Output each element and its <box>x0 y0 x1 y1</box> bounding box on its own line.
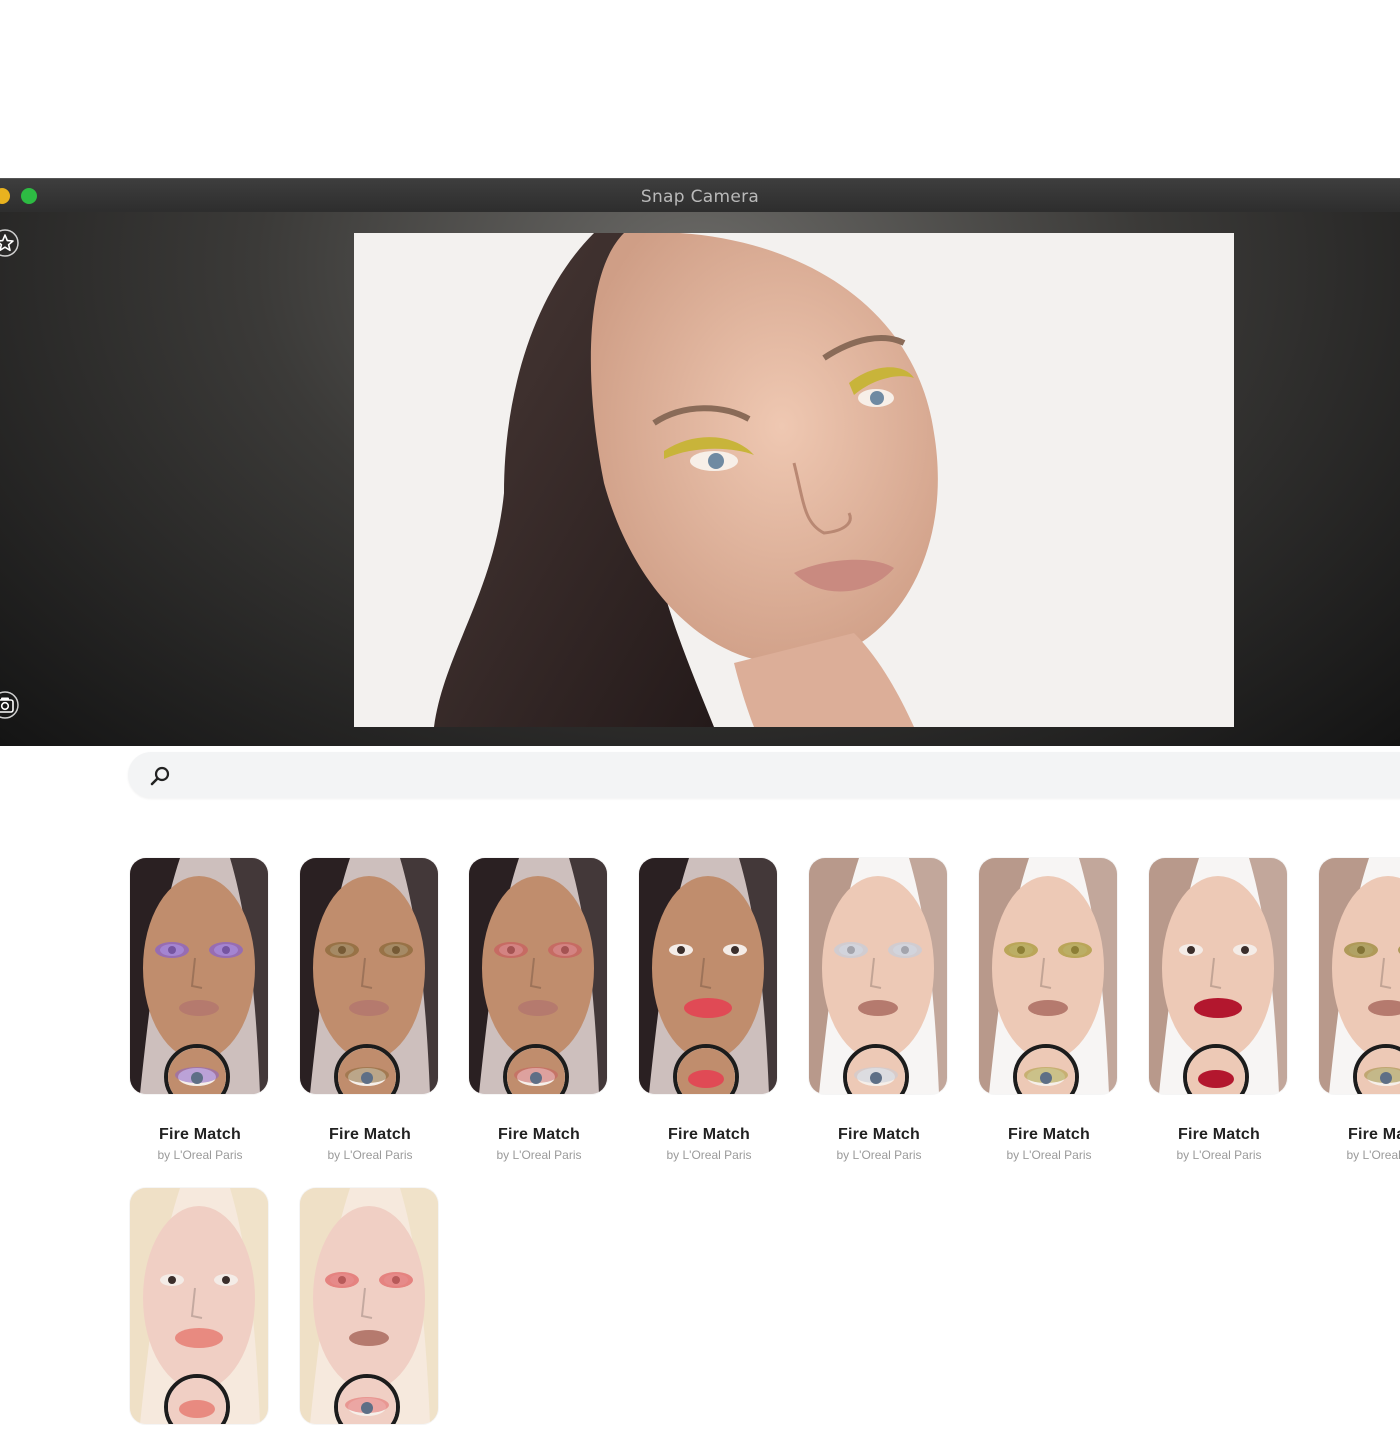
lens-badge-image <box>1187 1048 1245 1094</box>
lens-card[interactable]: Fire Match by L'Oreal Paris <box>1319 858 1400 1162</box>
lens-thumbnail[interactable] <box>469 858 607 1094</box>
camera-area <box>0 212 1400 746</box>
lens-author: by L'Oreal Paris <box>1346 1148 1400 1162</box>
star-icon[interactable] <box>0 228 20 258</box>
search-input[interactable] <box>184 760 1388 792</box>
search-icon <box>150 766 170 786</box>
lens-author: by L'Oreal Paris <box>1006 1148 1092 1162</box>
lens-author: by L'Oreal Paris <box>327 1148 413 1162</box>
lens-card[interactable]: Fire Match by L'Oreal Paris <box>130 858 270 1162</box>
lens-author: by L'Oreal Paris <box>836 1148 922 1162</box>
lens-badge-image <box>338 1378 396 1424</box>
lens-card[interactable] <box>130 1188 270 1456</box>
lens-badge-image <box>168 1048 226 1094</box>
camera-icon[interactable] <box>0 690 20 720</box>
lens-name: Fire Match <box>158 1126 241 1143</box>
lens-thumbnail[interactable] <box>130 858 268 1094</box>
lens-thumbnail[interactable] <box>1149 858 1287 1094</box>
lens-badge-image <box>847 1048 905 1094</box>
window-title: Snap Camera <box>640 187 760 207</box>
title-bar: Snap Camera <box>0 178 1400 213</box>
lens-author: by L'Oreal Paris <box>1176 1148 1262 1162</box>
lens-badge-image <box>168 1378 226 1424</box>
lens-name: Fire Match <box>497 1126 580 1143</box>
lens-name: Fire Match <box>1177 1126 1260 1143</box>
lens-badge-image <box>1017 1048 1075 1094</box>
camera-preview <box>354 233 1234 727</box>
search-bar[interactable] <box>128 752 1400 798</box>
lens-thumbnail[interactable] <box>979 858 1117 1094</box>
lens-card[interactable] <box>300 1188 440 1456</box>
lens-name: Fire Match <box>667 1126 750 1143</box>
lens-name: Fire Match <box>1347 1126 1400 1143</box>
lens-thumbnail[interactable] <box>300 1188 438 1424</box>
lens-card[interactable]: Fire Match by L'Oreal Paris <box>469 858 609 1162</box>
lens-thumbnail[interactable] <box>130 1188 268 1424</box>
lens-thumbnail[interactable] <box>639 858 777 1094</box>
lens-name: Fire Match <box>1007 1126 1090 1143</box>
webcam-feed-image <box>354 233 1234 727</box>
lens-badge-image <box>1357 1048 1400 1094</box>
lens-card[interactable]: Fire Match by L'Oreal Paris <box>300 858 440 1162</box>
lens-badge-image <box>338 1048 396 1094</box>
lens-thumbnail[interactable] <box>1319 858 1400 1094</box>
lens-badge-image <box>507 1048 565 1094</box>
lens-card[interactable]: Fire Match by L'Oreal Paris <box>639 858 779 1162</box>
lens-card[interactable]: Fire Match by L'Oreal Paris <box>1149 858 1289 1162</box>
lens-name: Fire Match <box>837 1126 920 1143</box>
lens-badge-image <box>677 1048 735 1094</box>
lens-card[interactable]: Fire Match by L'Oreal Paris <box>979 858 1119 1162</box>
lens-card[interactable]: Fire Match by L'Oreal Paris <box>809 858 949 1162</box>
lens-thumbnail[interactable] <box>300 858 438 1094</box>
lens-thumbnail[interactable] <box>809 858 947 1094</box>
lens-author: by L'Oreal Paris <box>496 1148 582 1162</box>
lens-author: by L'Oreal Paris <box>157 1148 243 1162</box>
lens-name: Fire Match <box>328 1126 411 1143</box>
lens-author: by L'Oreal Paris <box>666 1148 752 1162</box>
